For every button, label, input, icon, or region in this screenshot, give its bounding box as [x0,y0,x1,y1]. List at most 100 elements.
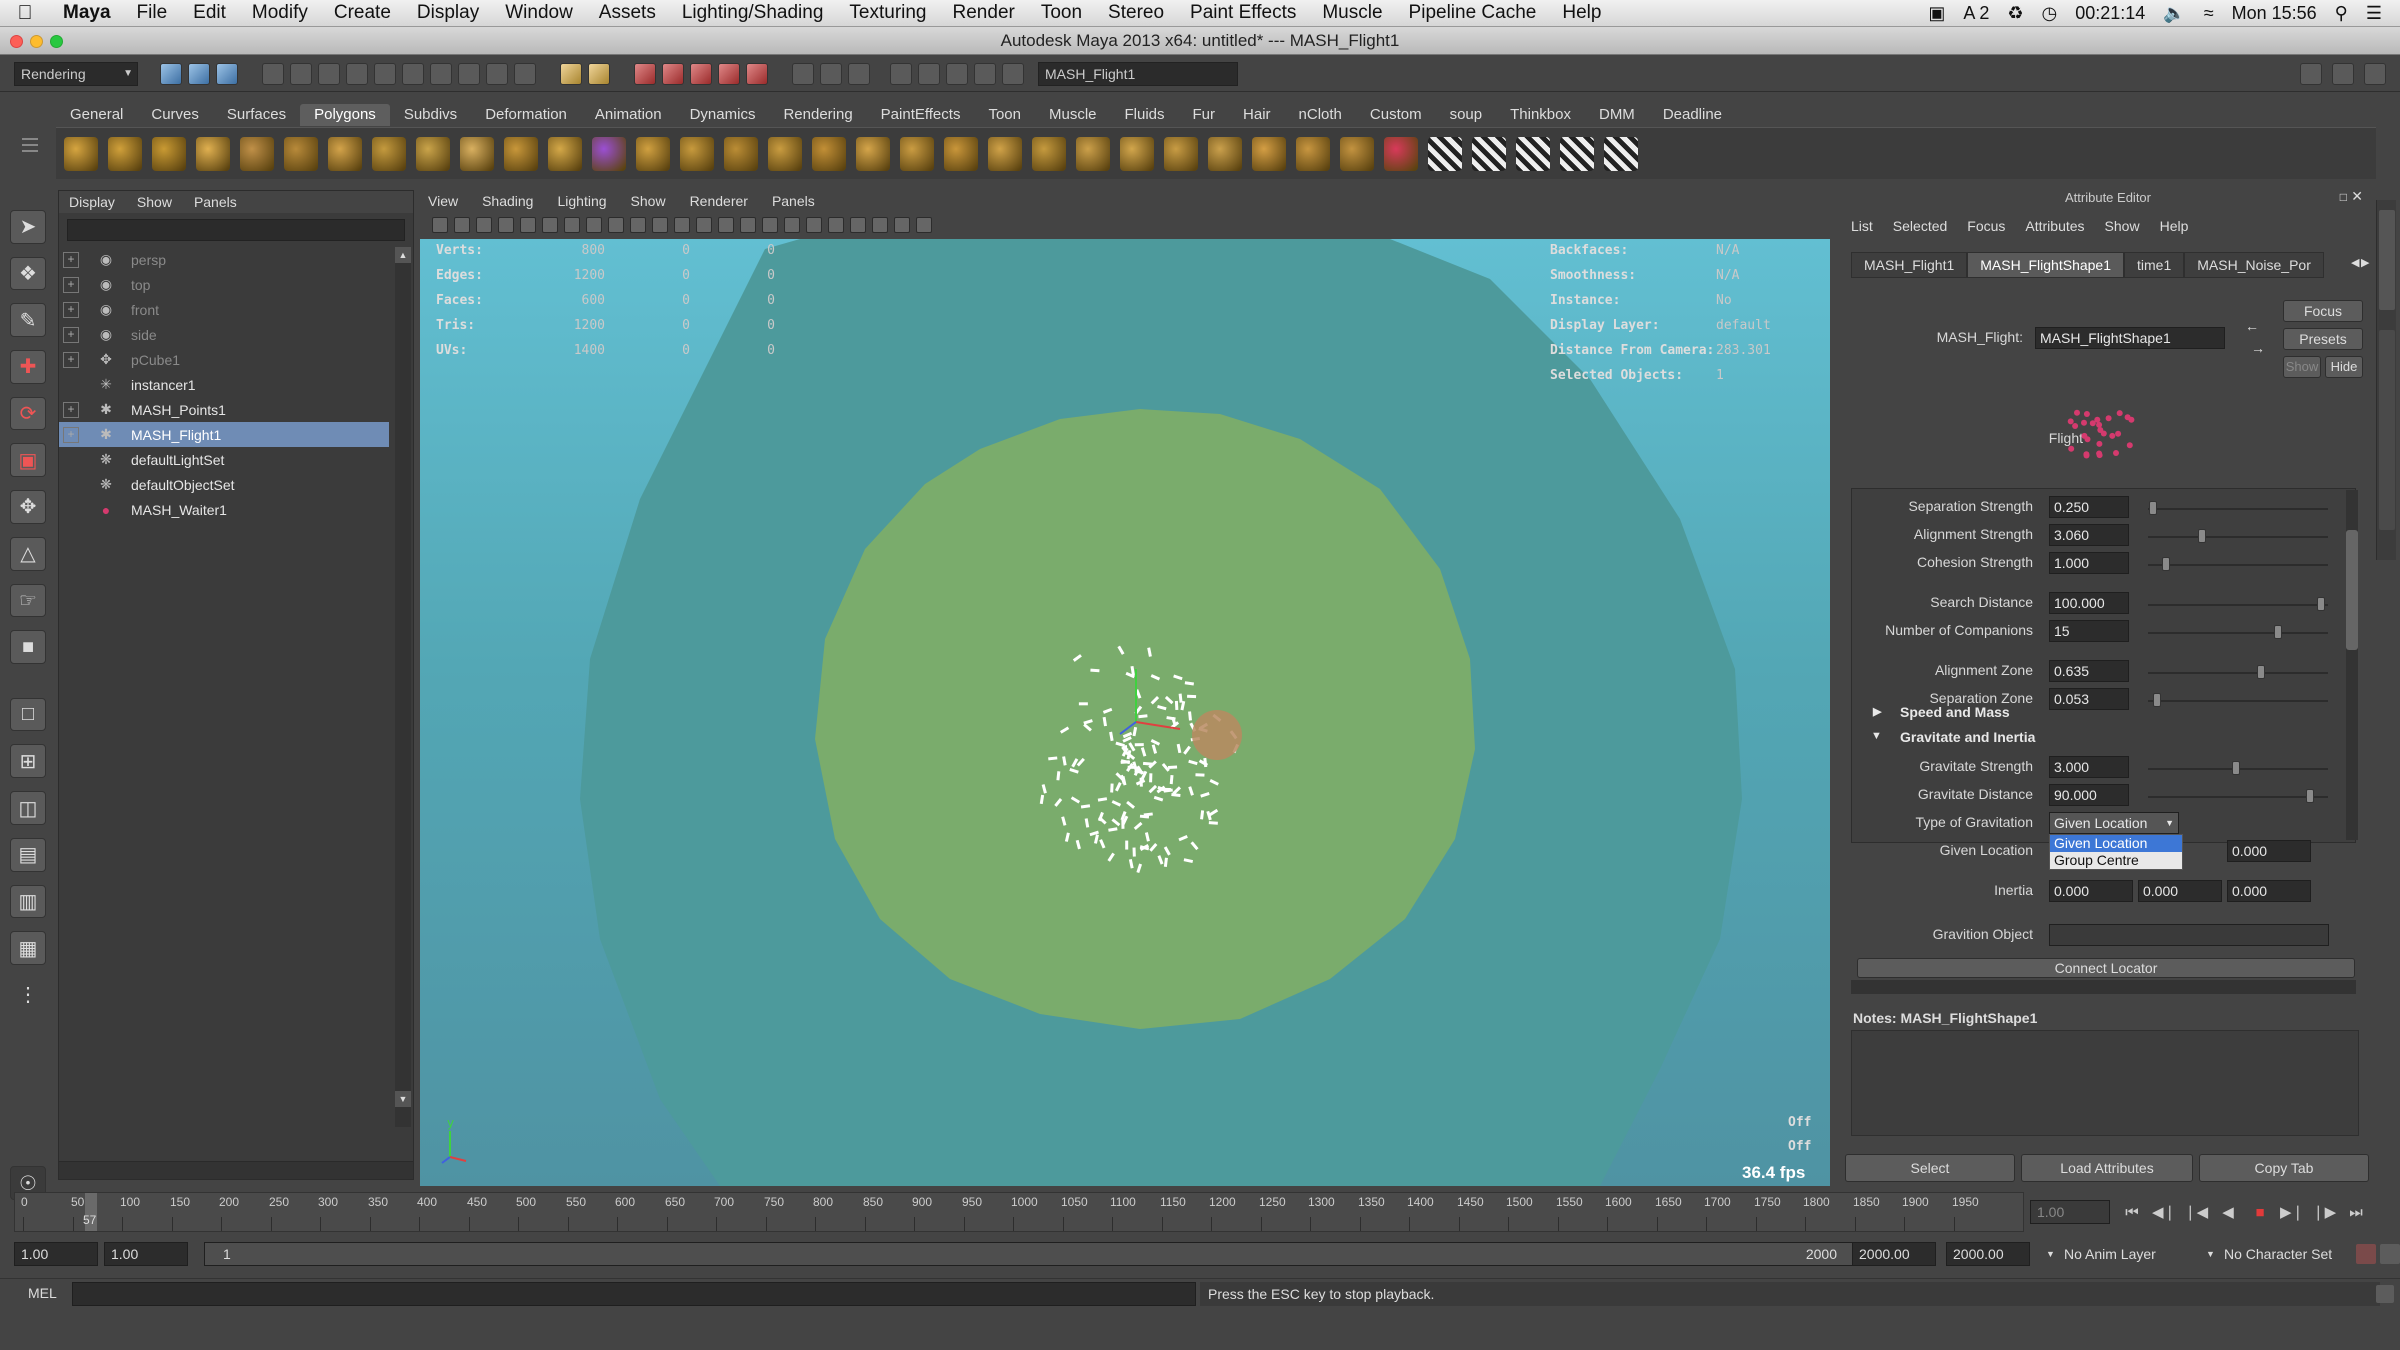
alignment-strength-slider[interactable] [2148,536,2328,538]
separation-zone-field[interactable]: 0.053 [2049,688,2129,710]
bookmark-icon[interactable] [476,217,492,233]
ae-tab-mash-flight1[interactable]: MASH_Flight1 [1851,252,1968,278]
two-sided-icon[interactable] [872,217,888,233]
shelf-torus-icon[interactable] [284,136,318,171]
menu-lighting-shading[interactable]: Lighting/Shading [669,2,837,24]
shelf-cube-icon[interactable] [108,136,142,171]
scroll-up-icon[interactable]: ▲ [395,247,411,263]
channel-box-layer-editor-side-tab[interactable] [2379,330,2395,530]
shelf-split-icon[interactable] [1164,136,1198,171]
outliner-item-side[interactable]: + ◉ side [59,322,389,347]
menu-paint-effects[interactable]: Paint Effects [1177,2,1309,24]
menu-assets[interactable]: Assets [586,2,669,24]
shelf-triangulate-icon[interactable] [944,136,978,171]
cohesion-strength-slider-handle[interactable] [2162,557,2170,571]
film-gate-icon[interactable] [542,217,558,233]
shelf-helix-icon[interactable] [460,136,494,171]
menu-stereo[interactable]: Stereo [1095,2,1177,24]
viewport-menu-lighting[interactable]: Lighting [557,193,606,209]
ao-icon[interactable] [894,217,910,233]
inertia-y-field[interactable]: 0.000 [2138,880,2222,902]
playback-start-field[interactable]: 1.00 [104,1242,188,1266]
render-settings-icon[interactable] [848,62,870,85]
scale-tool-icon[interactable]: ▣ [10,443,46,478]
shelf-platonic-icon[interactable] [548,136,582,171]
lasso-tool-icon[interactable]: ❖ [10,256,46,291]
shelf-menu-icon[interactable] [20,128,40,172]
outliner-item-defaultlightset[interactable]: ❋ defaultLightSet [59,447,389,472]
toggle-channel-box-icon[interactable] [2364,62,2386,85]
shelf-tab-animation[interactable]: Animation [581,104,676,126]
shelf-cone-icon[interactable] [196,136,230,171]
shelf-tab-ncloth[interactable]: nCloth [1285,104,1356,126]
shelf-extrude-icon[interactable] [1032,136,1066,171]
shelf-uv-editor-icon[interactable] [1604,136,1638,171]
scroll-down-icon[interactable]: ▼ [395,1091,411,1107]
expand-icon[interactable]: + [63,426,79,443]
shelf-separate-icon[interactable] [680,136,714,171]
wireframe-icon[interactable] [674,217,690,233]
input-output-icon[interactable] [746,62,768,85]
shelf-tab-deadline[interactable]: Deadline [1649,104,1736,126]
auto-key-toggle-icon[interactable] [2356,1244,2376,1264]
expand-icon[interactable]: + [63,326,79,343]
alignment-strength-slider-handle[interactable] [2198,529,2206,543]
snap-curve-icon[interactable] [588,62,610,85]
camera-select-icon[interactable] [432,217,448,233]
separation-zone-slider[interactable] [2148,700,2328,702]
shelf-prism-icon[interactable] [504,136,538,171]
shelf-cylinder-icon[interactable] [152,136,186,171]
anim-layer-dropdown[interactable]: ▼ No Anim Layer [2044,1242,2204,1266]
separation-zone-slider-handle[interactable] [2153,693,2161,707]
ae-menu-attributes[interactable]: Attributes [2025,218,2084,234]
scroll-more-icon[interactable]: ⋮ [10,978,46,1012]
expand-icon[interactable]: + [63,351,79,368]
presets-button[interactable]: Presets [2283,328,2363,350]
shelf-combine-icon[interactable] [636,136,670,171]
gravition-object-field[interactable] [2049,924,2329,946]
shelf-plane-icon[interactable] [240,136,274,171]
help-icon[interactable] [514,62,536,85]
isolate-select-icon[interactable] [828,217,844,233]
outliner-item-top[interactable]: + ◉ top [59,272,389,297]
toggle-tool-settings-icon[interactable] [2332,62,2354,85]
persp-outliner-layout-icon[interactable]: ◫ [10,791,46,825]
attribute-hscrollbar[interactable] [1851,980,2356,994]
search-distance-field[interactable]: 100.000 [2049,592,2129,614]
snap-live-icon[interactable] [690,62,712,85]
go-to-end-icon[interactable]: ⏭ [2344,1202,2368,1224]
expand-icon[interactable]: + [63,251,79,268]
shelf-tab-painteffects[interactable]: PaintEffects [867,104,975,126]
outliner-item-mash-flight1[interactable]: + ✱ MASH_Flight1 [59,422,389,447]
lock-selection-icon[interactable] [346,62,368,85]
shelf-tab-fluids[interactable]: Fluids [1111,104,1179,126]
shelf-offset-loop-icon[interactable] [1252,136,1286,171]
tab-scroll-right-icon[interactable]: ▶ [2361,256,2369,269]
selection-name-field[interactable]: MASH_Flight1 [1038,61,1238,86]
xray-icon[interactable] [806,217,822,233]
shelf-insert-loop-icon[interactable] [1208,136,1242,171]
outliner-menu-panels[interactable]: Panels [194,194,237,210]
mask-handles-icon[interactable] [374,62,396,85]
outliner-item-persp[interactable]: + ◉ persp [59,247,389,272]
xray-joints-icon[interactable] [850,217,866,233]
sculpt-icon[interactable] [946,62,968,85]
shelf-average-icon[interactable] [856,136,890,171]
shelf-wedge-icon[interactable] [1384,136,1418,171]
inertia-z-field[interactable]: 0.000 [2227,880,2311,902]
ae-menu-list[interactable]: List [1851,218,1873,234]
universal-manipulator-icon[interactable]: ✥ [10,490,46,524]
speed-and-mass-section[interactable]: Speed and Mass [1900,704,2010,720]
menu-create[interactable]: Create [321,2,404,24]
menu-modify[interactable]: Modify [239,2,321,24]
expand-icon[interactable]: + [63,301,79,318]
expand-icon[interactable]: + [63,401,79,418]
rotate-tool-icon[interactable]: ⟳ [10,396,46,431]
input-field-mode-icon[interactable] [1002,62,1024,85]
go-to-start-icon[interactable]: ⏮ [2120,1202,2144,1224]
shelf-tab-soup[interactable]: soup [1436,104,1497,126]
search-distance-slider-handle[interactable] [2317,597,2325,611]
alignment-zone-field[interactable]: 0.635 [2049,660,2129,682]
hypershade-icon[interactable] [890,62,912,85]
shelf-tab-custom[interactable]: Custom [1356,104,1436,126]
